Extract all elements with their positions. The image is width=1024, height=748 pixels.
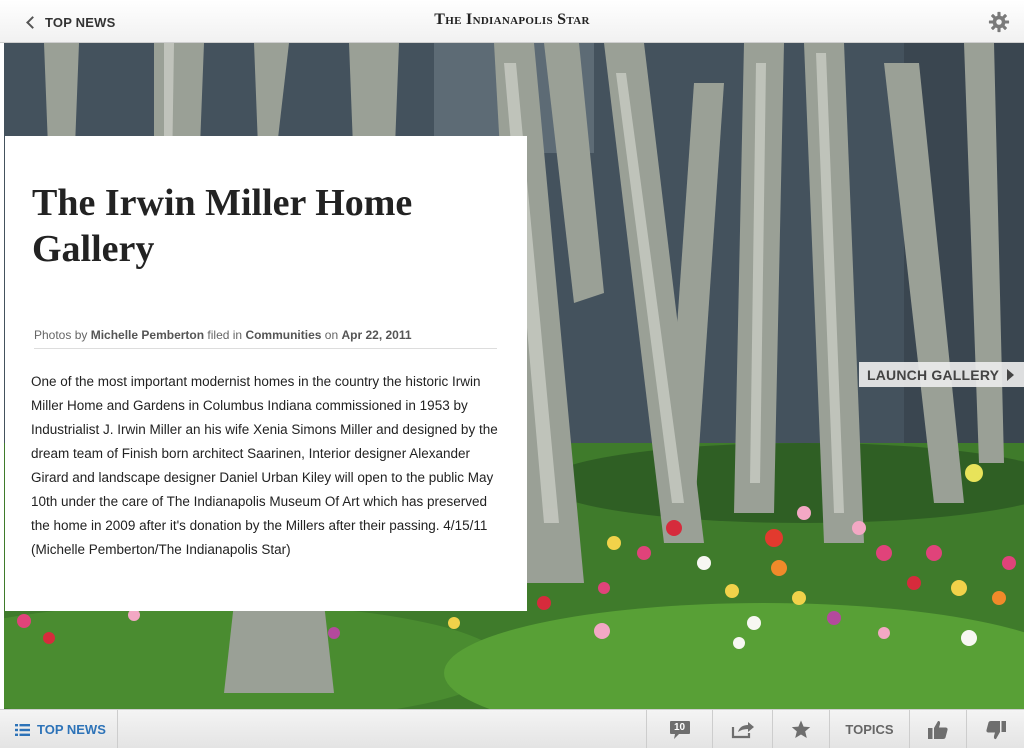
section-menu-label: TOP NEWS xyxy=(37,722,106,737)
byline-photos-by: Photos by xyxy=(34,328,91,342)
comments-button[interactable]: 10 xyxy=(646,710,712,748)
favorite-button[interactable] xyxy=(772,710,829,748)
article-title: The Irwin Miller Home Gallery xyxy=(32,182,413,270)
byline-author[interactable]: Michelle Pemberton xyxy=(91,328,204,342)
masthead-logo: The Indianapolis Star xyxy=(434,11,590,28)
top-bar: TOP NEWS The Indianapolis Star xyxy=(0,0,1024,43)
article-byline: Photos by Michelle Pemberton filed in Co… xyxy=(34,328,497,349)
thumbs-down-icon xyxy=(985,720,1006,739)
bottom-toolbar: TOP NEWS 10 TOPICS xyxy=(0,709,1024,748)
byline-category[interactable]: Communities xyxy=(245,328,321,342)
list-icon xyxy=(15,723,30,736)
star-icon xyxy=(791,720,811,738)
byline-date: Apr 22, 2011 xyxy=(341,328,412,342)
gear-icon[interactable] xyxy=(988,11,1010,33)
thumbs-up-icon xyxy=(928,720,948,739)
byline-on: on xyxy=(321,328,342,342)
topics-button[interactable]: TOPICS xyxy=(829,710,909,748)
like-button[interactable] xyxy=(909,710,966,748)
share-icon xyxy=(731,721,754,738)
share-button[interactable] xyxy=(712,710,772,748)
topics-label: TOPICS xyxy=(845,722,894,737)
article-card: The Irwin Miller Home Gallery Photos by … xyxy=(5,136,527,611)
section-menu-button[interactable]: TOP NEWS xyxy=(0,710,118,748)
dislike-button[interactable] xyxy=(966,710,1024,748)
launch-gallery-label: LAUNCH GALLERY xyxy=(867,366,1000,383)
play-arrow-icon xyxy=(1007,368,1015,381)
byline-filed-in: filed in xyxy=(204,328,246,342)
article-body: One of the most important modernist home… xyxy=(31,374,498,557)
comment-bubble-icon: 10 xyxy=(669,720,691,740)
launch-gallery-button[interactable]: LAUNCH GALLERY xyxy=(859,362,1024,387)
comment-count: 10 xyxy=(673,721,686,733)
